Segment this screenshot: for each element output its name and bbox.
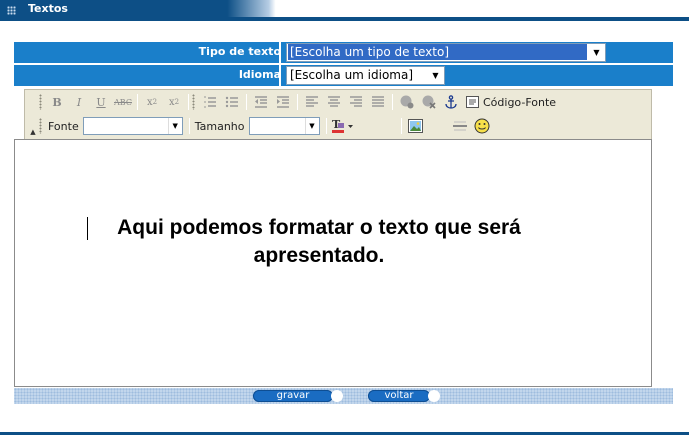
indent-icon[interactable] [272,92,294,112]
dotted-bullet-icon [7,6,16,15]
editor-content-area[interactable]: Aqui podemos formatar o texto que será a… [14,139,652,387]
toolbar-separator [188,118,190,134]
source-code-label: Código-Fonte [483,95,557,109]
font-combo[interactable]: ▼ [82,117,183,136]
toolbar-separator [297,94,298,110]
form-row-idioma: Idioma [Escolha um idioma] ▼ [14,65,673,86]
footer-bar [14,388,673,404]
header-underline [0,17,689,21]
align-center-icon[interactable] [323,92,345,112]
save-button-end [331,390,343,402]
chevron-down-icon[interactable]: ▼ [304,118,319,134]
toolbar-row-2: Fonte ▼ Tamanho ▼ T [39,115,493,137]
align-right-icon[interactable] [345,92,367,112]
text-color-icon[interactable]: T [330,116,358,136]
idioma-select[interactable]: [Escolha um idioma] ▼ [286,66,445,85]
save-button[interactable]: gravar [253,390,333,402]
toolbar-separator [325,118,327,134]
back-button[interactable]: voltar [368,390,430,402]
insert-image-icon[interactable] [405,116,427,136]
bold-icon[interactable]: B [46,92,68,112]
toolbar-separator [137,94,138,110]
insert-link-icon[interactable] [396,92,418,112]
form-row-tipo: Tipo de texto [Escolha um tipo de texto]… [14,42,673,63]
numbered-list-icon[interactable] [199,92,221,112]
align-justify-icon[interactable] [367,92,389,112]
toolbar-separator [400,118,402,134]
page-title: Textos [28,2,68,15]
font-label: Fonte [48,119,79,133]
anchor-icon[interactable] [440,92,462,112]
size-combo[interactable]: ▼ [248,117,320,136]
toolbar-grip[interactable] [192,94,195,110]
subscript-icon[interactable]: x2 [141,92,163,112]
chevron-down-icon[interactable]: ▼ [167,118,182,134]
source-code-button[interactable]: Código-Fonte [462,92,558,112]
smiley-icon[interactable] [471,116,493,136]
divider [279,42,281,63]
toolbar-separator [392,94,393,110]
superscript-icon[interactable]: x2 [163,92,185,112]
divider [279,65,281,86]
bottom-border [0,432,689,435]
collapse-toolbar-icon[interactable]: ▲ [27,128,39,136]
size-label: Tamanho [194,119,245,133]
tipo-select-value: [Escolha um tipo de texto] [288,44,587,60]
size-combo-value [250,123,252,136]
underline-icon[interactable]: U [90,92,112,112]
toolbar-grip[interactable] [39,94,42,110]
strikethrough-icon[interactable]: ABC [112,92,134,112]
remove-link-icon[interactable] [418,92,440,112]
editor-content-text[interactable]: Aqui podemos formatar o texto que será a… [89,214,549,270]
tipo-label: Tipo de texto [198,45,281,58]
tipo-select[interactable]: [Escolha um tipo de texto] ▼ [286,43,606,62]
back-button-end [428,390,440,402]
toolbar-separator [246,94,247,110]
align-left-icon[interactable] [301,92,323,112]
toolbar-separator [188,94,189,110]
horizontal-rule-icon[interactable] [449,116,471,136]
outdent-icon[interactable] [250,92,272,112]
font-combo-value [84,123,86,136]
italic-icon[interactable]: I [68,92,90,112]
toolbar-grip[interactable] [39,118,42,134]
bullet-list-icon[interactable] [221,92,243,112]
toolbar-row-1: B I U ABC x2 x2 Código-Fonte [39,91,558,113]
idioma-label: Idioma [238,68,281,81]
idioma-select-value: [Escolha um idioma] [290,68,414,82]
chevron-down-icon[interactable]: ▼ [427,67,444,84]
chevron-down-icon[interactable]: ▼ [588,44,605,61]
text-caret [87,217,88,240]
